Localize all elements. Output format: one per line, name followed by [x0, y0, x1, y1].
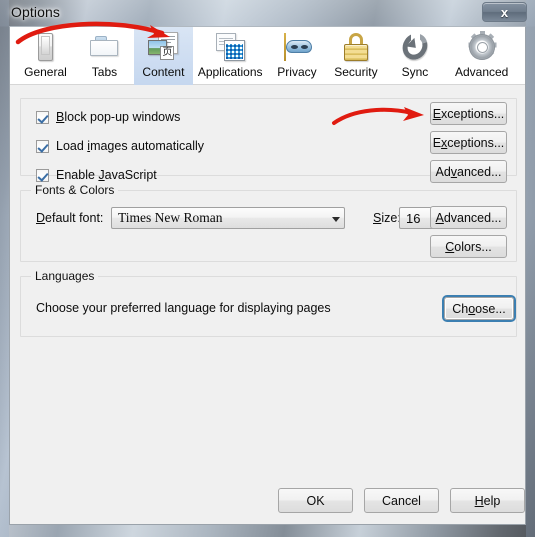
access-key: E — [432, 106, 442, 121]
group-title: Languages — [31, 269, 99, 283]
tab-sync[interactable]: Sync — [385, 27, 444, 85]
checkbox-indicator[interactable] — [36, 110, 49, 124]
javascript-advanced-button[interactable]: Advanced... — [430, 160, 507, 183]
chevron-down-icon[interactable] — [328, 209, 344, 227]
access-key: D — [36, 211, 46, 225]
cancel-button[interactable]: Cancel — [364, 488, 439, 513]
tab-label: Privacy — [277, 65, 317, 79]
button-label: Exceptions... — [432, 106, 505, 121]
window-left-border — [0, 0, 9, 537]
checkbox-label: Enable JavaScript — [56, 168, 157, 182]
options-window: Options x General Tabs 页 Content Applica… — [0, 0, 535, 537]
button-label: Help — [474, 493, 501, 508]
checkbox-enable-javascript[interactable]: Enable JavaScript — [36, 167, 157, 183]
options-tab-strip: General Tabs 页 Content Applications Priv… — [10, 27, 525, 85]
choose-language-button[interactable]: Choose... — [444, 297, 514, 320]
sync-arrows-icon — [397, 28, 433, 65]
dialog-footer: OK Cancel Help — [10, 479, 525, 524]
group-title: Fonts & Colors — [31, 183, 119, 197]
tab-applications[interactable]: Applications — [193, 27, 268, 85]
title-bar: Options x — [0, 0, 535, 26]
device-icon — [28, 32, 62, 63]
content-panel: Block pop-up windows Load images automat… — [10, 85, 525, 524]
tab-label: Advanced — [454, 65, 509, 79]
tab-privacy[interactable]: Privacy — [267, 27, 326, 85]
tab-label: Tabs — [91, 65, 118, 79]
tab-label: Security — [334, 65, 378, 79]
button-label: Exceptions... — [432, 135, 505, 150]
browser-tabs-icon — [87, 32, 121, 63]
tab-label: Applications — [197, 65, 263, 79]
font-size-value: 16 — [406, 210, 421, 226]
tab-label: General — [24, 65, 67, 79]
default-font-select[interactable]: Times New Roman — [111, 207, 345, 229]
applications-icon — [213, 32, 247, 63]
languages-group: Languages Choose your preferred language… — [20, 269, 517, 337]
popup-exceptions-button[interactable]: Exceptions... — [430, 102, 507, 125]
gear-icon — [465, 31, 499, 63]
help-button[interactable]: Help — [450, 488, 525, 513]
fonts-advanced-button[interactable]: Advanced... — [430, 206, 507, 229]
access-key: H — [474, 493, 484, 508]
checkbox-load-images[interactable]: Load images automatically — [36, 138, 204, 154]
button-label: OK — [306, 493, 325, 508]
colors-button[interactable]: Colors... — [430, 235, 507, 258]
languages-description: Choose your preferred language for displ… — [36, 301, 331, 315]
font-size-label: Size: — [373, 211, 401, 225]
tab-security[interactable]: Security — [326, 27, 385, 85]
default-font-label: Default font: — [36, 211, 104, 225]
tab-label: Content — [142, 65, 185, 79]
close-icon: x — [500, 5, 509, 20]
window-title: Options — [11, 4, 60, 20]
checkbox-label: Load images automatically — [56, 139, 205, 153]
access-key: A — [435, 210, 444, 225]
button-label: Advanced... — [435, 164, 502, 179]
access-key: C — [445, 239, 455, 254]
close-button[interactable]: x — [482, 2, 527, 22]
tab-label: Sync — [401, 65, 429, 79]
button-label: Choose... — [452, 301, 506, 316]
checkbox-indicator[interactable] — [36, 168, 49, 182]
content-page-icon: 页 — [146, 32, 180, 63]
button-label: Advanced... — [435, 210, 502, 225]
ok-button[interactable]: OK — [278, 488, 353, 513]
default-font-value: Times New Roman — [118, 210, 223, 225]
checkbox-indicator[interactable] — [36, 139, 49, 153]
mask-icon — [280, 32, 314, 63]
tab-advanced[interactable]: Advanced — [444, 27, 519, 85]
tab-tabs[interactable]: Tabs — [75, 27, 134, 85]
checkbox-block-popups[interactable]: Block pop-up windows — [36, 109, 180, 125]
checkbox-label: Block pop-up windows — [56, 110, 181, 124]
button-label: Cancel — [382, 493, 421, 508]
dialog-client-area: General Tabs 页 Content Applications Priv… — [9, 26, 526, 525]
tab-content[interactable]: 页 Content — [133, 27, 193, 85]
button-label: Colors... — [445, 239, 492, 254]
images-exceptions-button[interactable]: Exceptions... — [430, 131, 507, 154]
padlock-icon — [339, 32, 373, 63]
window-right-border — [526, 0, 535, 537]
tab-general[interactable]: General — [16, 27, 75, 85]
